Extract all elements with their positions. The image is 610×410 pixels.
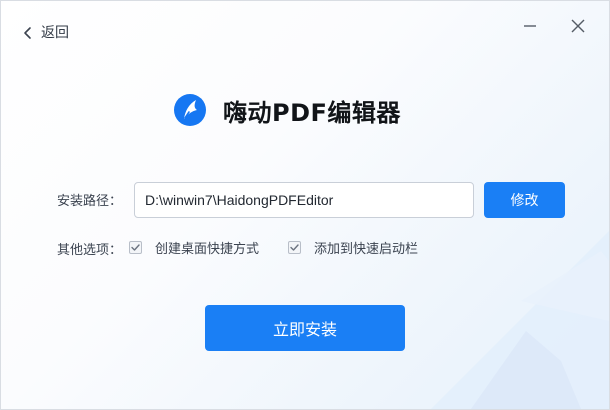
install-now-button[interactable]: 立即安装	[205, 305, 405, 351]
checkbox-desktop-shortcut[interactable]	[129, 240, 142, 254]
check-icon	[290, 243, 299, 251]
option-quick-launch[interactable]: 添加到快速启动栏	[288, 237, 418, 257]
install-path-field[interactable]: D:\winwin7\HaidongPDFEditor	[134, 182, 474, 218]
title-bar: 返回	[1, 1, 609, 61]
option-desktop-shortcut[interactable]: 创建桌面快捷方式	[129, 237, 259, 257]
check-icon	[131, 243, 140, 251]
option-label: 创建桌面快捷方式	[155, 241, 260, 257]
chevron-left-icon	[21, 25, 35, 39]
app-title: 嗨动PDF编辑器	[223, 98, 401, 127]
close-button[interactable]	[568, 18, 588, 38]
minimize-button[interactable]	[520, 18, 540, 38]
installer-window: 返回 嗨动PDF编辑器 安装路径： D:\winwin7\HaidongPDFE…	[0, 0, 610, 410]
other-options-label: 其他选项：	[57, 243, 123, 258]
checkbox-quick-launch[interactable]	[288, 240, 301, 254]
modify-path-button[interactable]: 修改	[484, 182, 565, 218]
back-button[interactable]: 返回	[21, 21, 69, 43]
brand-header: 嗨动PDF编辑器	[173, 89, 401, 131]
option-label: 添加到快速启动栏	[314, 241, 419, 257]
close-icon	[570, 18, 586, 38]
haidong-logo-icon	[173, 93, 207, 127]
install-path-label: 安装路径：	[57, 194, 123, 209]
minimize-icon	[522, 18, 538, 38]
back-label: 返回	[41, 25, 69, 41]
